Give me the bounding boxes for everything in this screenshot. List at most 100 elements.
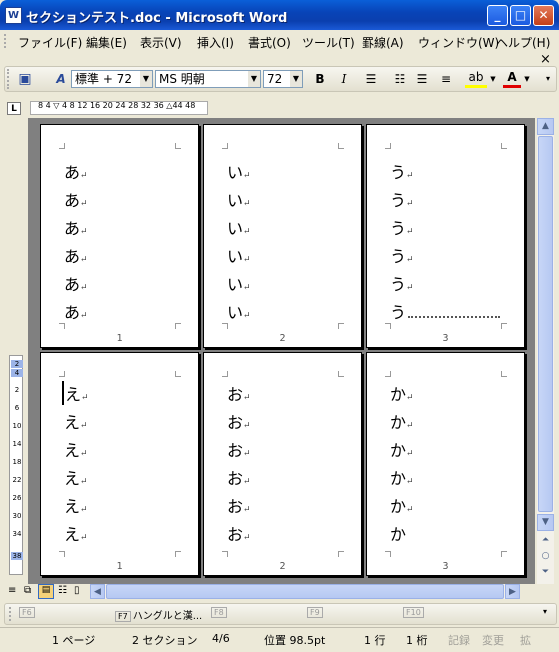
menu-help[interactable]: ヘルプ(H) <box>496 34 550 51</box>
vruler-tick: 30 <box>12 512 22 520</box>
crop-mark <box>385 551 391 557</box>
print-layout-view-icon[interactable]: ▤ <box>38 584 54 599</box>
font-size-combo[interactable]: 72 ▼ <box>263 70 303 88</box>
text-line: う↵ <box>390 247 414 266</box>
style-combo-value: 標準 + 72 <box>75 72 132 86</box>
menu-edit[interactable]: 編集(E) <box>86 34 127 51</box>
text-line: お↵ <box>227 497 251 516</box>
scroll-down-button[interactable]: ▼ <box>537 514 554 531</box>
text-line: え↵ <box>62 381 89 405</box>
normal-view-icon[interactable]: ≡ <box>8 585 16 596</box>
arrow-left-icon: ◀ <box>94 587 101 597</box>
chevron-down-icon: ▼ <box>290 71 302 87</box>
crop-mark <box>501 323 507 329</box>
text-line: か <box>390 525 407 544</box>
align-center-icon[interactable]: ☰ <box>361 69 381 89</box>
status-extend[interactable]: 拡 <box>520 632 531 648</box>
outline-view-icon[interactable]: ☷ <box>58 585 67 596</box>
horizontal-scrollbar[interactable]: ◀ ▶ <box>90 584 520 599</box>
vruler-tick: 4 <box>11 369 23 377</box>
text-line: い↵ <box>227 191 251 210</box>
fkey-f10[interactable]: F10 <box>403 607 426 618</box>
vruler-tick: 2 <box>14 386 20 394</box>
styles-formatting-icon[interactable]: A <box>51 69 71 89</box>
web-view-icon[interactable]: ⧉ <box>24 585 31 596</box>
crop-mark <box>59 551 65 557</box>
toolbar-options-icon[interactable]: ▾ <box>543 607 547 616</box>
crop-mark <box>338 551 344 557</box>
browse-object-button[interactable]: ○ <box>537 549 554 566</box>
chevron-down-icon[interactable]: ▼ <box>523 69 531 89</box>
numbered-list-icon[interactable]: ☷ <box>391 69 409 89</box>
next-page-button[interactable]: ⏷ <box>537 565 554 582</box>
scroll-up-button[interactable]: ▲ <box>537 118 554 135</box>
highlight-button[interactable]: ab <box>465 69 487 88</box>
text-line: い↵ <box>227 275 251 294</box>
document-area[interactable]: あ↵ あ↵ あ↵ あ↵ あ↵ あ↵ 1 い↵ い↵ い↵ い↵ い↵ い↵ 2 … <box>28 118 535 584</box>
menu-insert[interactable]: 挿入(I) <box>197 34 234 51</box>
word-app-icon[interactable]: W <box>5 7 22 24</box>
page-thumbnail[interactable]: い↵ い↵ い↵ い↵ い↵ い↵ 2 <box>203 124 362 348</box>
page-thumbnail[interactable]: お↵ お↵ お↵ お↵ お↵ お↵ 2 <box>203 352 362 576</box>
reading-view-icon[interactable]: ▯ <box>74 585 80 596</box>
page-number: 2 <box>279 333 286 344</box>
font-combo[interactable]: MS 明朝 ▼ <box>155 70 261 88</box>
vruler-tick: 34 <box>12 530 22 538</box>
page-thumbnail[interactable]: え↵ え↵ え↵ え↵ え↵ え↵ 1 <box>40 352 199 576</box>
minimize-button[interactable]: _ <box>487 5 508 26</box>
status-record-macro[interactable]: 記録 <box>448 632 470 648</box>
page-thumbnail[interactable]: あ↵ あ↵ あ↵ あ↵ あ↵ あ↵ 1 <box>40 124 199 348</box>
vertical-ruler[interactable]: 2 4 2 6 10 14 18 22 26 30 34 38 <box>9 355 23 575</box>
style-combo[interactable]: 標準 + 72 ▼ <box>71 70 153 88</box>
vruler-tick: 2 <box>11 360 23 368</box>
text-line: お↵ <box>227 385 251 404</box>
close-window-button[interactable]: ✕ <box>533 5 554 26</box>
status-track-changes[interactable]: 変更 <box>482 632 504 648</box>
bullet-list-icon[interactable]: ☰ <box>413 69 431 89</box>
crop-mark <box>385 323 391 329</box>
circle-icon: ○ <box>541 551 550 561</box>
double-down-icon: ⏷ <box>541 567 550 577</box>
toolbar-grip[interactable] <box>7 69 13 89</box>
toolbar-options-icon[interactable]: ▾ <box>543 69 553 89</box>
page-thumbnail[interactable]: か↵ か↵ か↵ か↵ か↵ か 3 <box>366 352 525 576</box>
window-title: セクションテスト.doc - Microsoft Word <box>26 11 288 26</box>
vertical-scrollbar[interactable]: ▲ ▼ ⏶ ○ ⏷ <box>537 118 554 584</box>
fkey-f7[interactable]: F7 ハングルと漢... <box>115 607 202 622</box>
save-icon[interactable]: ▣ <box>15 69 35 89</box>
menu-grip[interactable] <box>4 34 9 48</box>
menu-format[interactable]: 書式(O) <box>248 34 291 51</box>
maximize-button[interactable]: □ <box>510 5 531 26</box>
page-thumbnail[interactable]: う↵ う↵ う↵ う↵ う↵ う 3 <box>366 124 525 348</box>
scroll-left-button[interactable]: ◀ <box>90 584 105 599</box>
fkey-f9[interactable]: F9 <box>307 607 325 618</box>
menu-view[interactable]: 表示(V) <box>140 34 182 51</box>
tab-selector[interactable]: L <box>7 102 21 115</box>
italic-button[interactable]: I <box>335 69 353 89</box>
menu-file[interactable]: ファイル(F) <box>18 34 82 51</box>
section-break-marker <box>408 316 501 318</box>
crop-mark <box>175 143 181 149</box>
menu-table[interactable]: 罫線(A) <box>362 34 404 51</box>
text-line: い↵ <box>227 219 251 238</box>
indent-icon[interactable]: ≡ <box>437 69 455 89</box>
hscroll-thumb[interactable] <box>106 584 504 599</box>
fkey-f6[interactable]: F6 <box>19 607 37 618</box>
menu-window[interactable]: ウィンドウ(W) <box>418 34 499 51</box>
page-number: 2 <box>279 561 286 572</box>
maximize-icon: □ <box>514 8 527 22</box>
previous-page-button[interactable]: ⏶ <box>537 533 554 550</box>
fkey-f8[interactable]: F8 <box>211 607 229 618</box>
document-close-button[interactable]: × <box>540 52 551 67</box>
font-color-button[interactable]: A <box>503 69 521 88</box>
arrow-down-icon: ▼ <box>542 517 549 527</box>
toolbar-grip[interactable] <box>9 607 15 621</box>
chevron-down-icon[interactable]: ▼ <box>489 69 497 89</box>
text-line: あ↵ <box>64 219 88 238</box>
status-position: 位置 98.5pt <box>264 634 326 647</box>
scroll-thumb[interactable] <box>538 136 553 512</box>
menu-tools[interactable]: ツール(T) <box>302 34 355 51</box>
scroll-right-button[interactable]: ▶ <box>505 584 520 599</box>
menu-bar: ファイル(F) 編集(E) 表示(V) 挿入(I) 書式(O) ツール(T) 罫… <box>0 30 559 52</box>
bold-button[interactable]: B <box>311 69 329 89</box>
